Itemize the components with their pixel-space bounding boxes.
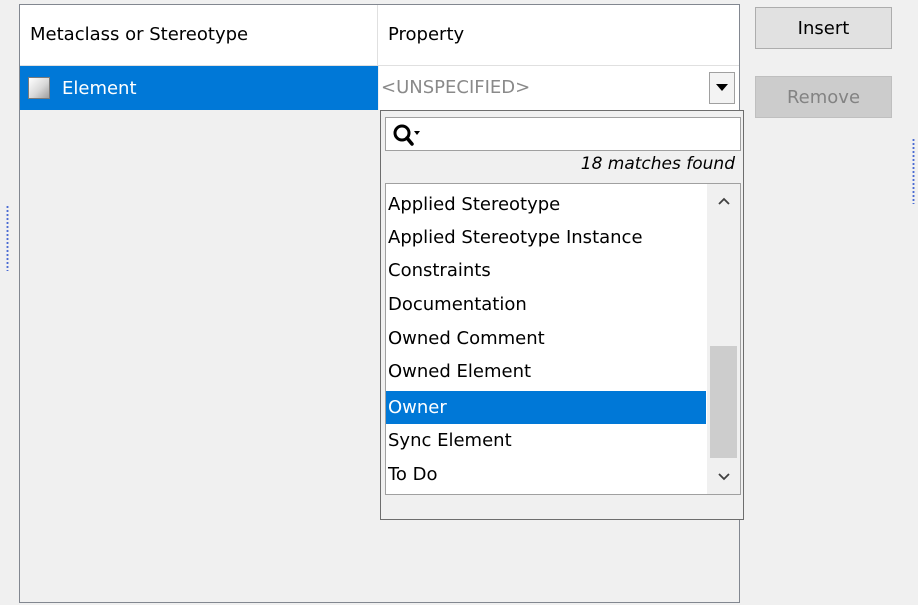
metaclass-cell[interactable]: Element	[20, 66, 378, 110]
property-combo-box[interactable]: <UNSPECIFIED>	[379, 66, 739, 110]
column-header-metaclass[interactable]: Metaclass or Stereotype	[20, 5, 378, 65]
dialog-root: Metaclass or Stereotype Property Element…	[0, 0, 918, 605]
list-item[interactable]: Applied Stereotype Instance	[386, 221, 706, 254]
column-header-property[interactable]: Property	[378, 5, 739, 65]
property-options-list[interactable]: Applied Stereotype Applied Stereotype In…	[385, 183, 741, 495]
scroll-up-button[interactable]	[707, 184, 740, 218]
scroll-down-button[interactable]	[707, 460, 740, 494]
list-item[interactable]: Constraints	[386, 254, 706, 287]
metaclass-label: Element	[62, 77, 137, 99]
right-splitter-handle[interactable]	[912, 138, 915, 204]
list-scrollbar[interactable]	[707, 184, 740, 494]
property-value: <UNSPECIFIED>	[381, 77, 531, 98]
search-field[interactable]	[385, 117, 741, 151]
search-input[interactable]	[426, 120, 736, 148]
chevron-up-icon	[717, 197, 730, 205]
insert-button[interactable]: Insert	[755, 7, 892, 49]
list-item[interactable]: Owned Comment	[386, 322, 706, 355]
list-item[interactable]: Sync Element	[386, 424, 706, 457]
left-splitter-handle[interactable]	[6, 205, 9, 271]
list-item[interactable]: Documentation	[386, 288, 706, 321]
list-item[interactable]: Applied Stereotype	[386, 188, 706, 221]
chevron-down-icon	[717, 473, 730, 481]
property-dropdown-popup: 18 matches found Applied Stereotype Appl…	[380, 110, 744, 520]
remove-button[interactable]: Remove	[755, 76, 892, 118]
element-metaclass-icon	[28, 77, 50, 99]
table-header-row: Metaclass or Stereotype Property	[20, 5, 739, 66]
scroll-thumb[interactable]	[710, 346, 737, 458]
combo-dropdown-button[interactable]	[709, 72, 735, 104]
list-item[interactable]: Owned Element	[386, 355, 706, 388]
triangle-down-icon	[716, 84, 728, 91]
matches-count: 18 matches found	[580, 154, 735, 174]
search-options-icon[interactable]	[392, 123, 422, 147]
list-item[interactable]: To Do	[386, 458, 706, 491]
table-row[interactable]: Element <UNSPECIFIED>	[20, 66, 739, 110]
list-item-selected[interactable]: Owner	[386, 391, 706, 424]
